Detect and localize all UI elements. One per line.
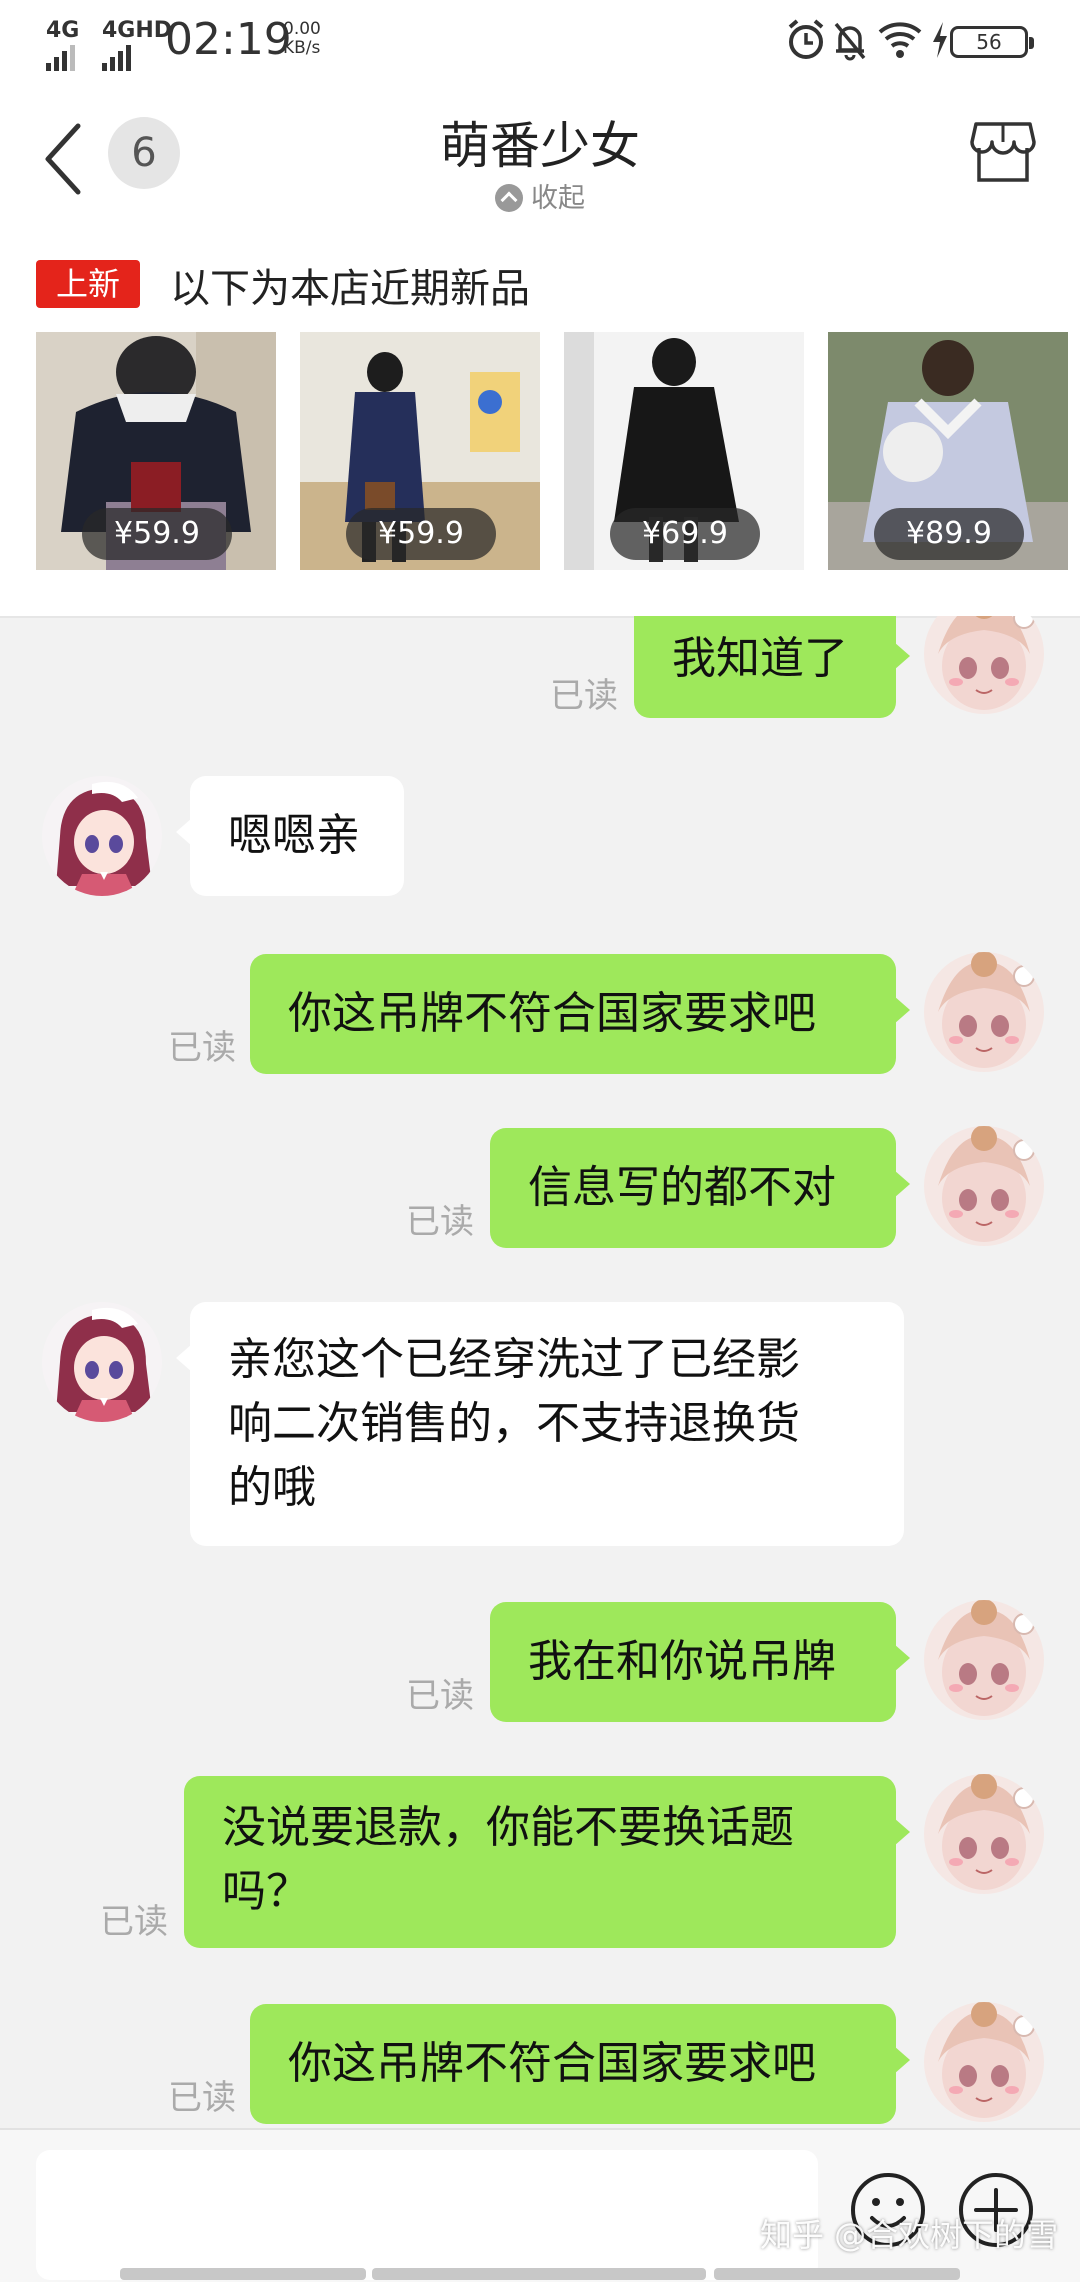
speed-value: 0.00	[283, 19, 321, 39]
bell-off-icon	[834, 22, 866, 61]
message-line: 的哦	[228, 1462, 316, 1513]
battery-icon: 56	[950, 26, 1034, 58]
my-avatar[interactable]	[924, 1126, 1044, 1246]
my-avatar[interactable]	[924, 2002, 1044, 2122]
product-card-2[interactable]: ¥59.9	[300, 332, 540, 570]
shop-name-title: 萌番少女	[440, 117, 640, 175]
message-row: 嗯嗯亲	[0, 776, 1080, 906]
wifi-icon	[878, 22, 922, 58]
message-row: 已读 我在和你说吊牌	[0, 1600, 1080, 1730]
signal-bars-icon	[46, 45, 79, 71]
message-row: 亲您这个已经穿洗过了已经影 响二次销售的，不支持退换货 的哦	[0, 1302, 1080, 1552]
read-status: 已读	[100, 1902, 168, 1942]
product-card-3[interactable]: ¥69.9	[564, 332, 804, 570]
message-line: 亲您这个已经穿洗过了已经影	[228, 1334, 800, 1385]
message-bubble[interactable]: 我在和你说吊牌	[490, 1602, 910, 1722]
network-speed: 0.00 KB/s	[283, 20, 321, 58]
charging-icon	[933, 22, 947, 58]
input-bar	[0, 2128, 1080, 2282]
my-avatar[interactable]	[924, 1600, 1044, 1720]
product-price: ¥59.9	[82, 508, 232, 560]
new-arrivals-section: 上新 以下为本店近期新品 ¥59.9 ¥59.9 ¥69.9 ¥89.9	[0, 240, 1080, 618]
read-status: 已读	[406, 1676, 474, 1716]
collapse-button[interactable]: 收起	[0, 176, 1080, 215]
alarm-icon	[788, 19, 824, 59]
signal-1: 4G	[46, 18, 79, 71]
message-bubble[interactable]: 信息写的都不对	[490, 1128, 910, 1248]
store-icon[interactable]	[970, 118, 1036, 184]
product-price: ¥89.9	[874, 508, 1024, 560]
my-avatar[interactable]	[924, 952, 1044, 1072]
shop-avatar[interactable]	[42, 1302, 162, 1422]
collapse-label: 收起	[531, 183, 585, 214]
status-bar: 4G 4GHD 02:19 0.00 KB/s 56	[0, 0, 1080, 84]
nav-hint-bar	[372, 2268, 706, 2280]
nav-hint-bar	[120, 2268, 366, 2280]
product-card-4[interactable]: ¥89.9	[828, 332, 1068, 570]
message-row: 已读 你这吊牌不符合国家要求吧	[0, 952, 1080, 1082]
clock: 02:19	[165, 14, 292, 65]
shop-avatar[interactable]	[42, 776, 162, 896]
nav-hint-bar	[714, 2268, 960, 2280]
message-input[interactable]	[36, 2150, 818, 2280]
product-price: ¥69.9	[610, 508, 760, 560]
network-type-1: 4G	[46, 18, 80, 43]
read-status: 已读	[168, 1028, 236, 1068]
message-row: 已读 没说要退款，你能不要换话题 吗？	[0, 1774, 1080, 1954]
message-bubble[interactable]: 我知道了	[634, 616, 910, 718]
network-type-2: 4GHD	[102, 18, 173, 43]
product-card-1[interactable]: ¥59.9	[36, 332, 276, 570]
message-bubble[interactable]: 没说要退款，你能不要换话题 吗？	[184, 1776, 910, 1948]
message-bubble[interactable]: 你这吊牌不符合国家要求吧	[250, 954, 910, 1074]
message-line: 响二次销售的，不支持退换货	[228, 1398, 800, 1449]
read-status: 已读	[550, 676, 618, 716]
signal-bars-icon	[102, 45, 172, 71]
message-bubble[interactable]: 你这吊牌不符合国家要求吧	[250, 2004, 910, 2124]
watermark-text: 知乎 @合欢树下的雪	[760, 2216, 1059, 2254]
signal-2: 4GHD	[102, 18, 172, 71]
message-row: 已读 信息写的都不对	[0, 1126, 1080, 1256]
message-bubble[interactable]: 亲您这个已经穿洗过了已经影 响二次销售的，不支持退换货 的哦	[176, 1302, 904, 1546]
speed-unit: KB/s	[283, 38, 321, 58]
message-row: 已读 我知道了	[0, 616, 1080, 726]
my-avatar[interactable]	[924, 616, 1044, 714]
message-line: 没说要退款，你能不要换话题	[222, 1802, 794, 1853]
message-line: 吗？	[222, 1866, 310, 1917]
message-bubble[interactable]: 嗯嗯亲	[176, 776, 404, 896]
chevron-up-icon	[495, 184, 523, 212]
product-price: ¥59.9	[346, 508, 496, 560]
new-arrivals-heading: 以下为本店近期新品	[170, 266, 530, 312]
new-tag: 上新	[36, 260, 140, 308]
read-status: 已读	[406, 1202, 474, 1242]
chat-header: 6 萌番少女 收起	[0, 84, 1080, 240]
read-status: 已读	[168, 2078, 236, 2118]
my-avatar[interactable]	[924, 1774, 1044, 1894]
message-row: 已读 你这吊牌不符合国家要求吧	[0, 2002, 1080, 2126]
